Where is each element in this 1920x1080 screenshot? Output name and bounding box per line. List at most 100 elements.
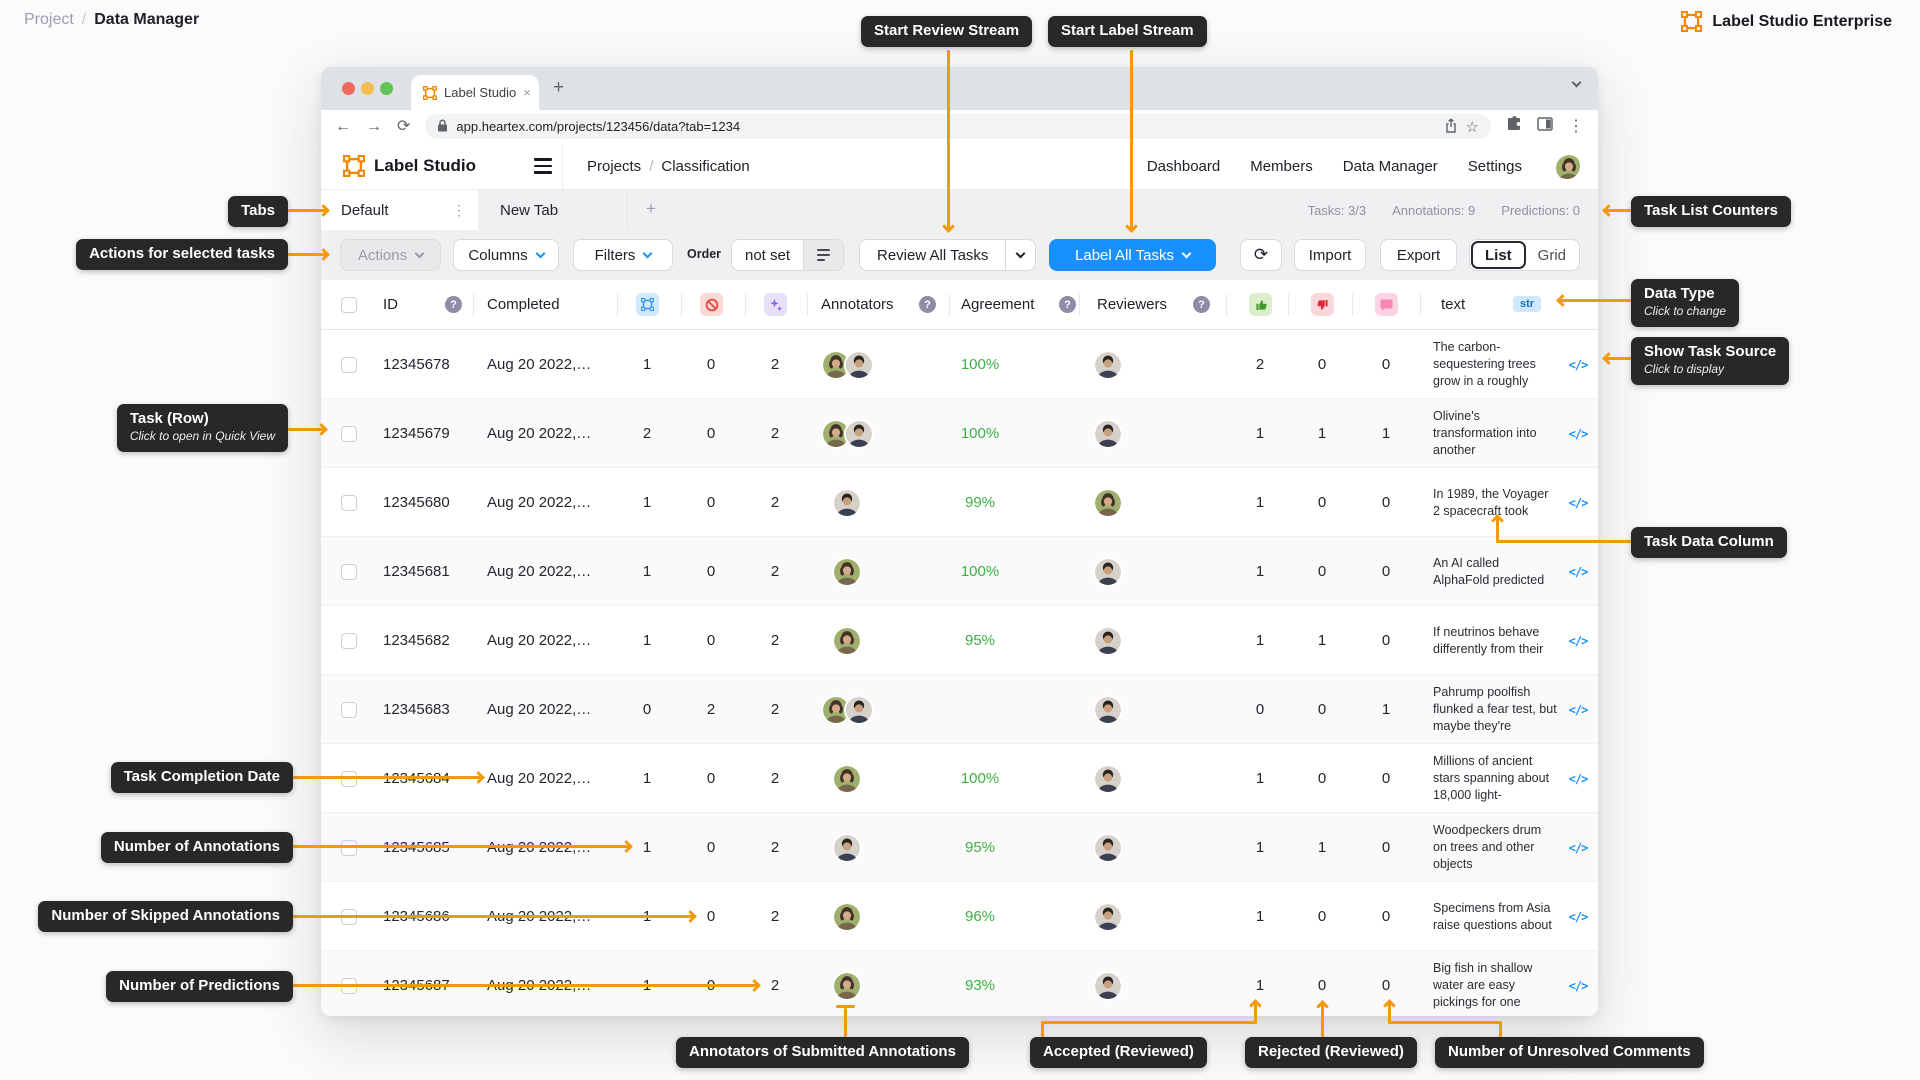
reviewer-avatars[interactable]	[1068, 813, 1148, 882]
table-row[interactable]: 12345681 Aug 20 2022,… 1 0 2 100% 1 0 0 …	[321, 537, 1598, 606]
nav-members[interactable]: Members	[1250, 158, 1313, 175]
reload-icon[interactable]: ⟳	[397, 119, 410, 135]
predictions-sparkles-icon[interactable]	[764, 293, 787, 316]
annotator-avatars[interactable]	[805, 882, 889, 951]
list-view-button[interactable]: List	[1471, 241, 1526, 269]
address-bar[interactable]: app.heartex.com/projects/123456/data?tab…	[425, 114, 1491, 139]
tab-new-tab[interactable]: New Tab	[478, 190, 628, 230]
order-value[interactable]: not set	[732, 240, 803, 270]
order-control[interactable]: not set	[731, 239, 844, 271]
tab-default[interactable]: Default ⋮	[321, 190, 478, 230]
annotator-avatars[interactable]	[805, 813, 889, 882]
show-task-source-icon[interactable]: </>	[1563, 813, 1593, 882]
browser-tab[interactable]: Label Studio ×	[411, 75, 539, 110]
nav-dashboard[interactable]: Dashboard	[1147, 158, 1220, 175]
add-view-tab-icon[interactable]: +	[646, 199, 656, 219]
annotator-avatars[interactable]	[805, 330, 889, 399]
import-button[interactable]: Import	[1294, 239, 1366, 271]
table-row[interactable]: 12345680 Aug 20 2022,… 1 0 2 99% 1 0 0 I…	[321, 468, 1598, 537]
user-avatar[interactable]	[1552, 151, 1582, 181]
hamburger-menu-icon[interactable]	[534, 158, 552, 173]
row-checkbox[interactable]	[341, 399, 357, 468]
table-row[interactable]: 12345679 Aug 20 2022,… 2 0 2 100% 1 1 1 …	[321, 399, 1598, 468]
annotators-help-icon[interactable]: ?	[919, 296, 936, 313]
show-task-source-icon[interactable]: </>	[1563, 675, 1593, 744]
app-logo[interactable]: Label Studio	[343, 155, 476, 177]
accepted-thumbs-up-icon[interactable]	[1249, 293, 1272, 316]
reviewer-avatars[interactable]	[1068, 399, 1148, 468]
table-row[interactable]: 12345678 Aug 20 2022,… 1 0 2 100% 2 0 0 …	[321, 330, 1598, 399]
reviewer-avatars[interactable]	[1068, 537, 1148, 606]
reviewer-avatars[interactable]	[1068, 330, 1148, 399]
show-task-source-icon[interactable]: </>	[1563, 399, 1593, 468]
row-checkbox[interactable]	[341, 468, 357, 537]
traffic-light-minimize[interactable]	[361, 82, 374, 95]
review-all-tasks-button[interactable]: Review All Tasks	[860, 240, 1005, 270]
annotations-count-icon[interactable]	[636, 293, 659, 316]
bookmark-star-icon[interactable]: ☆	[1466, 118, 1479, 136]
rejected-thumbs-down-icon[interactable]	[1311, 293, 1334, 316]
review-dropdown-chevron-icon[interactable]	[1005, 240, 1035, 270]
show-task-source-icon[interactable]: </>	[1563, 744, 1593, 813]
col-id-label[interactable]: ID	[383, 296, 398, 313]
extensions-puzzle-icon[interactable]	[1506, 116, 1522, 137]
filters-button[interactable]: Filters	[573, 239, 673, 271]
comments-icon[interactable]	[1375, 293, 1398, 316]
table-row[interactable]: 12345682 Aug 20 2022,… 1 0 2 95% 1 1 0 I…	[321, 606, 1598, 675]
nav-data-manager[interactable]: Data Manager	[1343, 158, 1438, 175]
select-all-checkbox[interactable]	[341, 297, 357, 313]
annotator-avatars[interactable]	[805, 675, 889, 744]
grid-view-button[interactable]: Grid	[1526, 247, 1578, 264]
col-text-label[interactable]: text	[1441, 296, 1465, 313]
data-type-badge[interactable]: str	[1513, 296, 1541, 312]
app-breadcrumb-projects[interactable]: Projects	[587, 158, 641, 175]
agreement-help-icon[interactable]: ?	[1059, 296, 1076, 313]
traffic-light-zoom[interactable]	[380, 82, 393, 95]
refresh-button[interactable]: ⟳	[1240, 239, 1282, 271]
forward-icon[interactable]: →	[366, 119, 382, 135]
columns-button[interactable]: Columns	[453, 239, 559, 271]
side-panel-icon[interactable]	[1537, 116, 1553, 137]
annotator-avatars[interactable]	[805, 537, 889, 606]
col-completed-label[interactable]: Completed	[487, 296, 560, 313]
reviewer-avatars[interactable]	[1068, 951, 1148, 1016]
table-row[interactable]: 12345683 Aug 20 2022,… 0 2 2 0 0 1 Pahru…	[321, 675, 1598, 744]
row-checkbox[interactable]	[341, 330, 357, 399]
reviewer-avatars[interactable]	[1068, 675, 1148, 744]
annotator-avatars[interactable]	[805, 744, 889, 813]
reviewer-avatars[interactable]	[1068, 468, 1148, 537]
reviewer-avatars[interactable]	[1068, 744, 1148, 813]
label-all-tasks-button[interactable]: Label All Tasks	[1049, 239, 1216, 271]
show-task-source-icon[interactable]: </>	[1563, 606, 1593, 675]
actions-button[interactable]: Actions	[340, 239, 441, 271]
traffic-light-close[interactable]	[342, 82, 355, 95]
tab-kebab-icon[interactable]: ⋮	[452, 202, 466, 219]
export-button[interactable]: Export	[1380, 239, 1457, 271]
annotator-avatars[interactable]	[805, 468, 889, 537]
nav-settings[interactable]: Settings	[1468, 158, 1522, 175]
share-icon[interactable]	[1444, 118, 1458, 136]
reviewers-help-icon[interactable]: ?	[1193, 296, 1210, 313]
show-task-source-icon[interactable]: </>	[1563, 882, 1593, 951]
tab-search-chevron-icon[interactable]	[1573, 83, 1580, 86]
skipped-annotations-icon[interactable]	[700, 293, 723, 316]
row-checkbox[interactable]	[341, 537, 357, 606]
sort-direction-icon[interactable]	[803, 240, 843, 270]
row-checkbox[interactable]	[341, 606, 357, 675]
col-annotators-label[interactable]: Annotators	[821, 296, 894, 313]
annotator-avatars[interactable]	[805, 606, 889, 675]
annotator-avatars[interactable]	[805, 399, 889, 468]
col-reviewers-label[interactable]: Reviewers	[1097, 296, 1167, 313]
breadcrumb-project[interactable]: Project	[24, 11, 74, 29]
col-agreement-label[interactable]: Agreement	[961, 296, 1034, 313]
show-task-source-icon[interactable]: </>	[1563, 951, 1593, 1016]
new-tab-icon[interactable]: +	[553, 77, 564, 99]
show-task-source-icon[interactable]: </>	[1563, 537, 1593, 606]
row-checkbox[interactable]	[341, 675, 357, 744]
table-row[interactable]: 12345684 Aug 20 2022,… 1 0 2 100% 1 0 0 …	[321, 744, 1598, 813]
show-task-source-icon[interactable]: </>	[1563, 468, 1593, 537]
reviewer-avatars[interactable]	[1068, 882, 1148, 951]
back-icon[interactable]: ←	[335, 119, 351, 135]
browser-menu-kebab-icon[interactable]: ⋮	[1568, 119, 1584, 135]
reviewer-avatars[interactable]	[1068, 606, 1148, 675]
